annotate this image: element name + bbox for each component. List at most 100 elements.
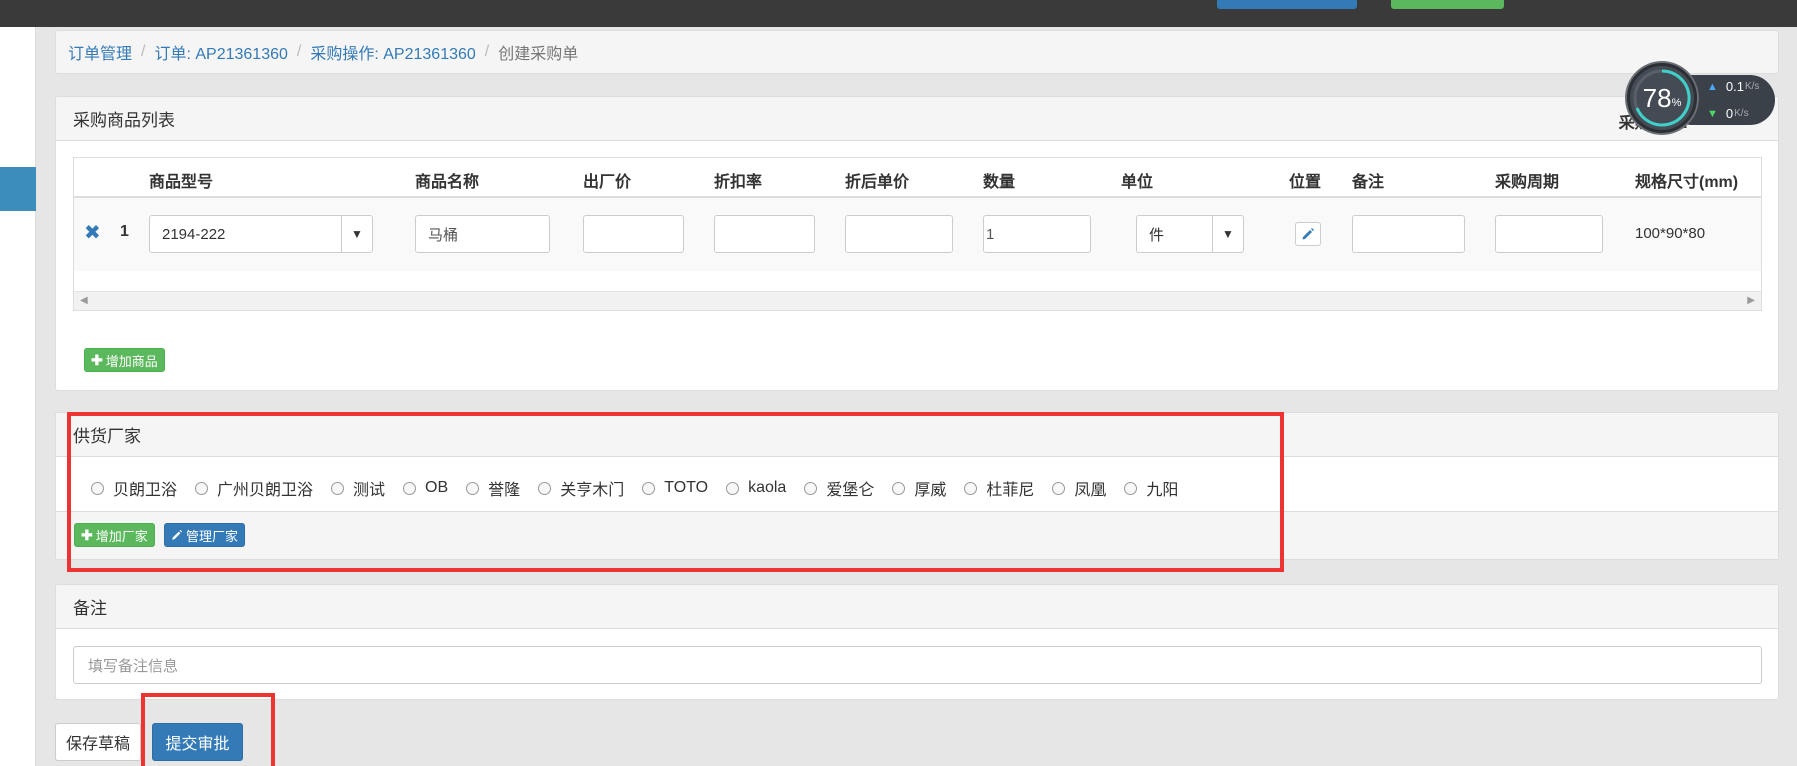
manage-supplier-button[interactable]: 管理厂家: [164, 523, 246, 547]
col-name: 商品名称: [415, 174, 480, 191]
plus-icon: ✚: [91, 351, 103, 368]
add-product-button[interactable]: ✚ 增加商品: [84, 348, 165, 372]
remarks-panel: 备注 填写备注信息: [55, 584, 1779, 700]
network-speed-widget[interactable]: ▲ 0.1 K/s ▼ 0 K/s 78%: [1627, 63, 1777, 133]
supplier-option[interactable]: 关亨木门: [538, 476, 624, 500]
radio-circle-icon[interactable]: [538, 481, 552, 495]
download-rate: ▼ 0 K/s: [1707, 106, 1749, 121]
col-model: 商品型号: [149, 174, 214, 191]
quantity-input[interactable]: 1: [983, 215, 1091, 253]
pencil-icon: [1302, 228, 1314, 240]
col-factory-price: 出厂价: [583, 174, 632, 191]
supplier-option-label: 关亨木门: [560, 482, 625, 499]
radio-circle-icon[interactable]: [91, 481, 104, 495]
supplier-option[interactable]: kaola: [726, 479, 786, 497]
gauge-ring-icon: [1633, 69, 1691, 127]
scroll-right-icon[interactable]: ▶: [1747, 295, 1755, 306]
breadcrumb-order-management[interactable]: 订单管理: [68, 40, 132, 64]
scroll-left-icon[interactable]: ◀: [80, 295, 88, 306]
supplier-option-label: 九阳: [1146, 482, 1179, 499]
sidebar: [0, 27, 36, 766]
supplier-panel: 供货厂家 贝朗卫浴 广州贝朗卫浴 测试 OB 誉隆 关亨木门 TOTO kaola 爱堡仑 厚威 杜…: [55, 412, 1779, 560]
factory-price-input[interactable]: [583, 215, 684, 253]
supplier-option-label: 测试: [353, 482, 386, 499]
supplier-option-label: TOTO: [664, 479, 709, 496]
add-supplier-button[interactable]: ✚ 增加厂家: [74, 523, 155, 547]
remark-input[interactable]: [1352, 215, 1465, 253]
chevron-down-icon[interactable]: ▼: [1212, 216, 1243, 252]
product-name-input[interactable]: 马桶: [415, 215, 550, 253]
radio-circle-icon[interactable]: [964, 481, 978, 495]
supplier-title: 供货厂家: [56, 413, 1778, 457]
breadcrumb-purchase-operation[interactable]: 采购操作: AP21361360: [310, 40, 475, 64]
breadcrumb-separator: /: [296, 43, 302, 60]
col-cycle: 采购周期: [1495, 174, 1560, 191]
radio-circle-icon[interactable]: [892, 481, 906, 495]
product-list-title: 采购商品列表: [56, 97, 1778, 141]
edit-position-button[interactable]: [1295, 222, 1321, 246]
chevron-down-icon[interactable]: ▼: [341, 216, 372, 252]
table-row: ✖ 1 2194-222 ▼ 马桶 1 件 ▼ 100*90*80: [74, 198, 1761, 271]
radio-circle-icon[interactable]: [804, 481, 818, 495]
supplier-option-label: OB: [425, 479, 449, 496]
supplier-option-label: 杜菲尼: [986, 482, 1035, 499]
radio-circle-icon[interactable]: [466, 481, 480, 495]
supplier-option[interactable]: 誉隆: [466, 476, 520, 500]
plus-icon: ✚: [81, 526, 93, 543]
supplier-option[interactable]: TOTO: [642, 479, 708, 497]
breadcrumb-current: 创建采购单: [498, 46, 579, 63]
top-blue-button[interactable]: [1217, 0, 1357, 9]
supplier-option[interactable]: 广州贝朗卫浴: [195, 476, 313, 500]
supplier-option-label: 广州贝朗卫浴: [217, 482, 314, 499]
supplier-option[interactable]: 测试: [331, 476, 385, 500]
cycle-input[interactable]: [1495, 215, 1603, 253]
unit-select[interactable]: 件 ▼: [1136, 215, 1244, 253]
product-list-panel: 采购商品列表 采购来源: 商品型号 商品名称 出厂价 折扣率 折后单价 数量 单…: [55, 96, 1779, 391]
radio-circle-icon[interactable]: [195, 481, 209, 495]
row-index: 1: [120, 223, 129, 240]
table-header: 商品型号 商品名称 出厂价 折扣率 折后单价 数量 单位 位置 备注 采购周期 …: [74, 158, 1761, 198]
supplier-option-label: 誉隆: [488, 482, 521, 499]
supplier-option[interactable]: 凤凰: [1052, 476, 1106, 500]
discount-rate-input[interactable]: [714, 215, 815, 253]
radio-circle-icon[interactable]: [1124, 481, 1138, 495]
submit-approval-button[interactable]: 提交审批: [152, 723, 243, 761]
add-supplier-label: 增加厂家: [95, 528, 148, 544]
breadcrumb-separator: /: [141, 43, 146, 60]
radio-circle-icon[interactable]: [331, 481, 345, 495]
save-draft-button[interactable]: 保存草稿: [55, 723, 141, 761]
supplier-option[interactable]: OB: [403, 479, 448, 497]
sidebar-active-item[interactable]: [0, 167, 36, 211]
upload-rate: ▲ 0.1 K/s: [1707, 79, 1759, 94]
supplier-option[interactable]: 爱堡仑: [804, 476, 874, 500]
supplier-option-label: kaola: [748, 479, 787, 496]
col-size: 规格尺寸(mm): [1635, 174, 1739, 191]
col-discount-rate: 折扣率: [714, 174, 763, 191]
top-green-button[interactable]: [1391, 0, 1504, 9]
breadcrumb-order[interactable]: 订单: AP21361360: [154, 40, 287, 64]
supplier-option[interactable]: 贝朗卫浴: [91, 476, 177, 500]
discount-price-input[interactable]: [845, 215, 953, 253]
radio-circle-icon[interactable]: [403, 481, 417, 495]
model-select[interactable]: 2194-222 ▼: [149, 215, 373, 253]
col-quantity: 数量: [983, 174, 1016, 191]
upload-rate-value: 0.1: [1725, 79, 1744, 94]
supplier-footer: ✚ 增加厂家 管理厂家: [56, 511, 1778, 559]
supplier-option[interactable]: 厚威: [892, 476, 946, 500]
remarks-input[interactable]: 填写备注信息: [73, 646, 1762, 684]
unit-select-value: 件: [1149, 226, 1165, 244]
product-table: 商品型号 商品名称 出厂价 折扣率 折后单价 数量 单位 位置 备注 采购周期 …: [73, 157, 1762, 311]
breadcrumb: 订单管理 / 订单: AP21361360 / 采购操作: AP21361360…: [55, 30, 1779, 74]
radio-circle-icon[interactable]: [1052, 481, 1066, 495]
remove-row-icon[interactable]: ✖: [84, 220, 101, 245]
supplier-radio-group: 贝朗卫浴 广州贝朗卫浴 测试 OB 誉隆 关亨木门 TOTO kaola 爱堡仑 厚威 杜菲尼 凤凰 九…: [91, 473, 1196, 503]
breadcrumb-separator: /: [484, 43, 490, 60]
radio-circle-icon[interactable]: [642, 481, 656, 495]
supplier-option-label: 厚威: [914, 482, 947, 499]
supplier-option[interactable]: 九阳: [1124, 476, 1178, 500]
horizontal-scrollbar[interactable]: ◀ ▶: [74, 291, 1761, 310]
memory-gauge: 78%: [1627, 63, 1697, 133]
supplier-option[interactable]: 杜菲尼: [964, 476, 1034, 500]
col-unit: 单位: [1121, 174, 1154, 191]
radio-circle-icon[interactable]: [726, 481, 740, 495]
